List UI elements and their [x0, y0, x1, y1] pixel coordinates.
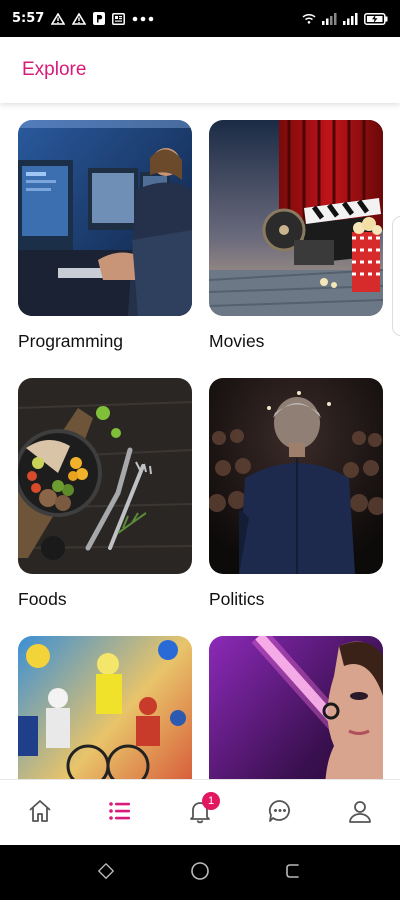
bottom-navigation: 1	[0, 779, 400, 845]
side-drawer-handle[interactable]	[392, 216, 400, 336]
nav-profile[interactable]	[330, 783, 390, 843]
parking-icon	[93, 12, 106, 25]
category-label: Programming	[18, 331, 124, 351]
warning-icon	[51, 12, 66, 25]
warning-icon	[72, 12, 87, 25]
chat-icon	[267, 798, 293, 828]
category-card-politics[interactable]: Politics	[209, 378, 383, 610]
sports-image	[18, 636, 192, 779]
category-label: Politics	[209, 589, 265, 609]
nav-home[interactable]	[10, 783, 70, 843]
back-icon[interactable]	[284, 861, 304, 885]
foods-image	[18, 378, 192, 574]
category-card-fashion[interactable]	[209, 636, 383, 779]
movies-image	[209, 120, 383, 316]
page-title: Explore	[22, 59, 87, 80]
news-icon	[112, 12, 126, 25]
list-icon	[107, 798, 133, 828]
category-card-sports[interactable]	[18, 636, 192, 779]
category-grid: Programming Movies Foods Politics	[0, 103, 400, 779]
recents-icon[interactable]	[96, 861, 116, 885]
nav-notifications[interactable]: 1	[170, 783, 230, 843]
signal-icon	[322, 12, 337, 25]
notification-badge: 1	[202, 791, 220, 810]
category-label: Movies	[209, 331, 265, 351]
app-header: Explore	[0, 37, 400, 103]
fashion-image	[209, 636, 383, 779]
more-dots-icon	[132, 16, 154, 22]
status-bar: 5:57	[0, 0, 400, 37]
nav-messages[interactable]	[250, 783, 310, 843]
battery-icon	[364, 12, 388, 25]
system-navigation-bar	[0, 845, 400, 900]
nav-explore[interactable]	[90, 783, 150, 843]
home-circle-icon[interactable]	[189, 860, 211, 886]
programming-image	[18, 120, 192, 316]
wifi-icon	[302, 13, 316, 24]
status-time: 5:57	[12, 11, 45, 26]
profile-icon	[347, 798, 373, 828]
home-icon	[27, 798, 53, 828]
category-card-programming[interactable]: Programming	[18, 120, 192, 352]
politics-image	[209, 378, 383, 574]
category-card-movies[interactable]: Movies	[209, 120, 383, 352]
category-label: Foods	[18, 589, 67, 609]
signal-icon	[343, 12, 358, 25]
category-card-foods[interactable]: Foods	[18, 378, 192, 610]
